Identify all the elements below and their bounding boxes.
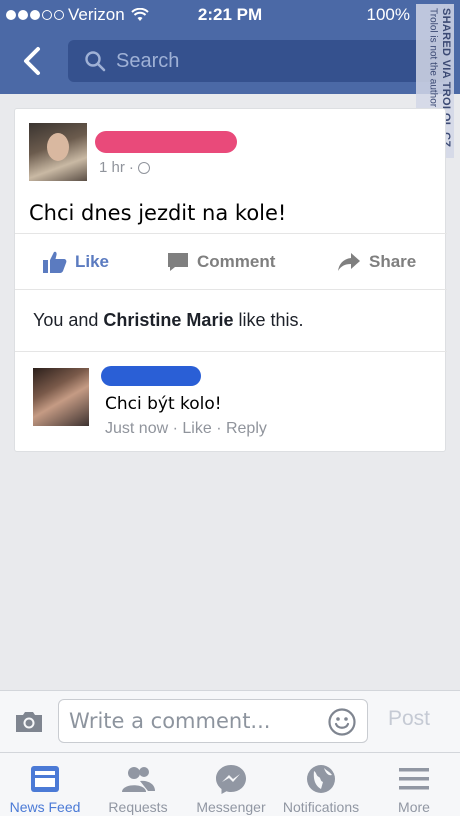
tab-label: Notifications <box>282 799 360 815</box>
post-button[interactable]: Post <box>388 707 430 731</box>
thumbs-up-icon <box>43 251 67 273</box>
tab-bar: News Feed Requests Messenger Notificatio… <box>0 752 460 816</box>
comment-icon <box>168 253 188 271</box>
status-bar: Verizon 2:21 PM 100% <box>0 0 460 30</box>
camera-button[interactable] <box>12 707 46 737</box>
camera-icon <box>16 712 42 732</box>
likes-prefix: You and <box>33 310 104 330</box>
smiley-icon <box>328 708 356 736</box>
back-button[interactable] <box>14 40 50 82</box>
tab-label: Requests <box>108 799 168 815</box>
tab-notifications[interactable]: Notifications <box>276 753 366 816</box>
share-button[interactable]: Share <box>337 234 416 290</box>
news-feed-icon <box>30 763 60 795</box>
emoji-button[interactable] <box>327 707 357 737</box>
likes-suffix: like this. <box>233 310 304 330</box>
comment-time: Just now <box>105 420 169 437</box>
search-input[interactable]: Search <box>68 40 448 82</box>
share-label: Share <box>369 252 417 271</box>
more-icon <box>399 763 429 795</box>
globe-icon <box>137 161 150 174</box>
tab-label: News Feed <box>9 799 81 815</box>
comment-item: Chci být kolo! Just now · Like · Reply <box>15 351 447 451</box>
likes-name[interactable]: Christine Marie <box>103 310 233 331</box>
like-button[interactable]: Like <box>43 234 109 290</box>
comment-like-link[interactable]: Like <box>182 420 211 437</box>
commenter-avatar[interactable] <box>33 368 89 426</box>
watermark-subtitle: Trolol is not the author <box>427 8 439 108</box>
post-time[interactable]: 1 hr <box>99 159 125 176</box>
redacted-author-name <box>95 131 237 153</box>
requests-icon <box>120 763 156 795</box>
messenger-icon <box>215 763 247 795</box>
post-card: 1 hr · Chci dnes jezdit na kole! Like Co… <box>14 108 447 452</box>
search-icon <box>84 50 106 72</box>
likes-summary[interactable]: You and Christine Marie like this. <box>15 289 447 351</box>
redacted-commenter-name <box>101 366 201 386</box>
comment-input[interactable]: Write a comment... <box>58 699 368 743</box>
tab-more[interactable]: More <box>370 753 458 816</box>
tab-messenger[interactable]: Messenger <box>186 753 276 816</box>
post-meta: 1 hr · <box>99 159 150 176</box>
comment-meta: Just now · Like · Reply <box>105 420 267 437</box>
comment-button[interactable]: Comment <box>167 234 275 290</box>
comment-reply-link[interactable]: Reply <box>226 420 267 437</box>
nav-row: Search <box>0 38 460 84</box>
comment-text: Chci být kolo! <box>105 394 222 414</box>
battery-percent: 100% <box>366 5 410 24</box>
tab-requests[interactable]: Requests <box>92 753 184 816</box>
comment-label: Comment <box>197 252 276 271</box>
tab-label: Messenger <box>196 799 266 815</box>
tab-news-feed[interactable]: News Feed <box>0 753 90 816</box>
author-avatar[interactable] <box>29 123 87 181</box>
post-actions: Like Comment Share <box>15 233 447 289</box>
like-label: Like <box>75 252 110 271</box>
notifications-icon <box>306 763 336 795</box>
chevron-left-icon <box>24 47 40 75</box>
post-text: Chci dnes jezdit na kole! <box>29 201 287 225</box>
tab-label: More <box>398 799 430 815</box>
share-arrow-icon <box>338 253 360 271</box>
search-placeholder: Search <box>116 49 180 72</box>
comment-composer: Write a comment... Post <box>0 690 460 752</box>
comment-input-placeholder: Write a comment... <box>69 709 271 733</box>
app-header: Verizon 2:21 PM 100% Search SHARED VIA T… <box>0 0 460 158</box>
